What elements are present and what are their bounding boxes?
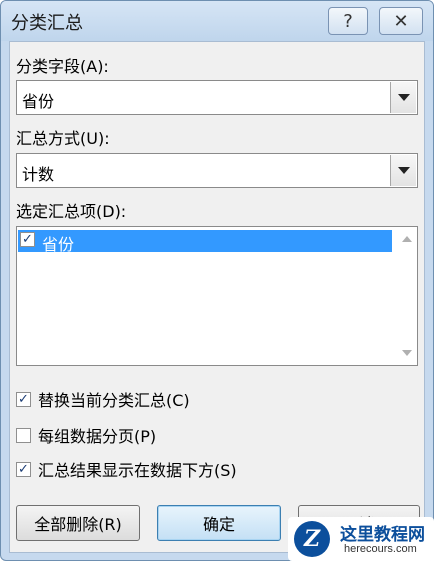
title-bar: 分类汇总 ? ✕	[1, 1, 433, 41]
summary-below-label: 汇总结果显示在数据下方(S)	[38, 461, 237, 480]
function-dropdown-button[interactable]	[390, 155, 416, 186]
dialog-body: 分类字段(A): 省份 汇总方式(U): 计数 选定汇总项(D): ✓ 省份 ✓…	[9, 41, 425, 553]
function-label: 汇总方式(U):	[16, 129, 110, 148]
function-select[interactable]: 计数	[16, 153, 418, 188]
replace-current-checkbox[interactable]: ✓	[16, 391, 31, 407]
ok-button[interactable]: 确定	[157, 505, 281, 541]
list-item[interactable]: ✓ 省份	[18, 230, 392, 254]
page-break-label: 每组数据分页(P)	[38, 427, 157, 446]
group-by-label: 分类字段(A):	[16, 57, 109, 76]
subtotal-items-label: 选定汇总项(D):	[16, 202, 127, 221]
summary-below-option[interactable]: ✓ 汇总结果显示在数据下方(S)	[16, 458, 237, 480]
close-button[interactable]: ✕	[379, 7, 423, 35]
group-by-dropdown-button[interactable]	[390, 82, 416, 113]
replace-current-option[interactable]: ✓ 替换当前分类汇总(C)	[16, 388, 190, 410]
site-watermark: Z 这里教程网 herecours.com	[288, 517, 434, 561]
dialog-title: 分类汇总	[11, 13, 83, 34]
list-item-checkbox[interactable]: ✓	[20, 232, 35, 247]
list-item-label: 省份	[42, 235, 75, 254]
watermark-title: 这里教程网	[340, 525, 425, 545]
list-scrollbar[interactable]	[398, 227, 417, 365]
remove-all-button[interactable]: 全部删除(R)	[16, 505, 140, 541]
group-by-value: 省份	[22, 92, 55, 111]
scroll-up-icon[interactable]	[402, 236, 412, 242]
function-value: 计数	[22, 165, 55, 184]
help-button[interactable]: ?	[328, 7, 368, 35]
summary-below-checkbox[interactable]: ✓	[16, 461, 31, 477]
page-break-option[interactable]: 每组数据分页(P)	[16, 424, 156, 446]
group-by-select[interactable]: 省份	[16, 80, 418, 115]
check-icon: ✓	[18, 391, 29, 407]
subtotal-dialog: 分类汇总 ? ✕ 分类字段(A): 省份 汇总方式(U): 计数 选定汇总项(D…	[0, 0, 434, 561]
check-icon: ✓	[22, 232, 33, 247]
replace-current-label: 替换当前分类汇总(C)	[38, 391, 190, 410]
chevron-down-icon	[397, 167, 410, 174]
help-icon: ?	[343, 10, 353, 32]
close-icon: ✕	[393, 10, 409, 32]
chevron-down-icon	[397, 94, 410, 101]
scroll-down-icon[interactable]	[402, 350, 412, 356]
page-break-checkbox[interactable]	[16, 427, 31, 443]
check-icon: ✓	[18, 461, 29, 477]
subtotal-items-list[interactable]: ✓ 省份	[16, 226, 418, 366]
watermark-logo-icon: Z	[294, 521, 330, 557]
watermark-subtitle: herecours.com	[344, 543, 417, 555]
